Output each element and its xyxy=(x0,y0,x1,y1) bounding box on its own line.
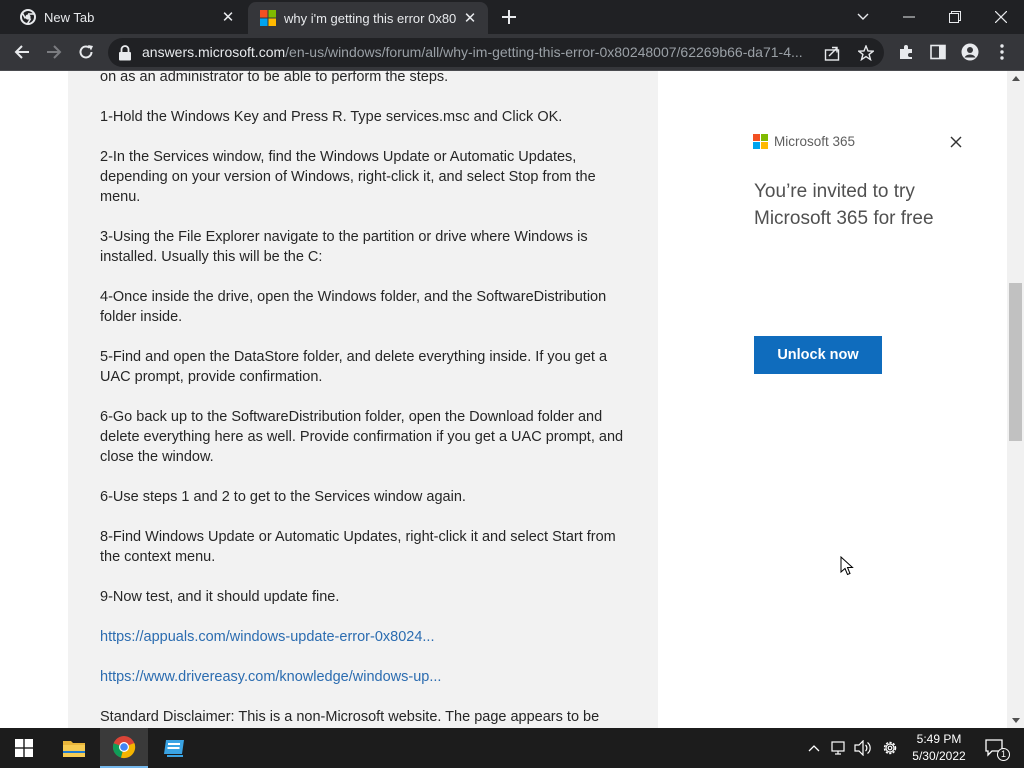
answer-body: on as an administrator to be able to per… xyxy=(100,71,632,728)
lock-icon xyxy=(119,45,131,61)
microsoft-icon xyxy=(260,10,276,26)
side-panel-icon xyxy=(930,44,946,60)
notification-count: 1 xyxy=(997,748,1010,761)
answer-paragraph: 5-Find and open the DataStore folder, an… xyxy=(100,349,608,385)
chrome-menu-button[interactable] xyxy=(992,42,1012,62)
taskbar-app[interactable] xyxy=(150,728,198,768)
reference-link[interactable]: https://www.drivereasy.com/knowledge/win… xyxy=(100,667,632,687)
action-center-button[interactable]: 1 xyxy=(980,728,1010,768)
gear-icon xyxy=(883,741,897,755)
minimize-icon xyxy=(903,16,915,18)
tab-title: why i'm getting this error 0x80248007 xyxy=(284,10,456,26)
new-tab-button[interactable] xyxy=(500,8,518,26)
close-tab-icon[interactable]: ✕ xyxy=(462,10,478,26)
kebab-menu-icon xyxy=(1000,44,1004,60)
reload-icon xyxy=(79,45,93,59)
arrow-left-icon xyxy=(14,45,29,59)
answer-paragraph: 4-Once inside the drive, open the Window… xyxy=(100,289,607,325)
chrome-color-icon xyxy=(112,736,136,759)
arrow-right-icon xyxy=(47,45,62,59)
chevron-up-icon xyxy=(808,745,820,752)
scroll-down-button[interactable] xyxy=(1007,713,1024,728)
page-scrollbar[interactable] xyxy=(1007,71,1024,728)
close-icon xyxy=(995,11,1007,23)
answer-paragraph: on as an administrator to be able to per… xyxy=(100,71,449,85)
answer-paragraph: 6-Use steps 1 and 2 to get to the Servic… xyxy=(100,489,466,505)
system-clock[interactable]: 5:49 PM 5/30/2022 xyxy=(906,731,972,765)
puzzle-icon xyxy=(900,45,912,59)
share-icon xyxy=(824,46,840,61)
answer-paragraph: 1-Hold the Windows Key and Press R. Type… xyxy=(100,109,563,125)
mouse-cursor-icon xyxy=(840,556,854,576)
speaker-icon xyxy=(854,740,871,756)
microsoft-logo-icon xyxy=(753,134,768,149)
caret-up-icon xyxy=(1011,76,1020,81)
disclaimer-text: Standard Disclaimer: This is a non-Micro… xyxy=(100,709,600,725)
bookmark-button[interactable] xyxy=(856,43,876,63)
answer-paragraph: 2-In the Services window, find the Windo… xyxy=(100,149,596,205)
star-icon xyxy=(858,45,874,61)
browser-tab-bar: New Tab ✕ why i'm getting this error 0x8… xyxy=(0,0,1024,34)
scroll-up-button[interactable] xyxy=(1007,71,1024,86)
chevron-down-icon xyxy=(857,13,869,20)
ad-headline: You’re invited to try Microsoft 365 for … xyxy=(754,181,934,229)
profile-button[interactable] xyxy=(960,42,980,62)
microsoft-365-ad: Microsoft 365 You’re invited to try Micr… xyxy=(740,126,976,386)
minimize-button[interactable] xyxy=(886,0,932,34)
close-tab-icon[interactable]: ✕ xyxy=(220,9,236,25)
chrome-icon xyxy=(20,9,36,25)
answer-paragraph: 6-Go back up to the SoftwareDistribution… xyxy=(100,409,624,465)
app-window-icon xyxy=(164,740,184,757)
back-button[interactable] xyxy=(12,42,32,62)
scrollbar-thumb[interactable] xyxy=(1009,283,1022,441)
restore-icon xyxy=(949,11,961,23)
ad-brand: Microsoft 365 xyxy=(774,134,856,149)
clock-time: 5:49 PM xyxy=(916,732,962,746)
answer-post: on as an administrator to be able to per… xyxy=(68,71,658,728)
caret-down-icon xyxy=(1011,718,1020,723)
volume-button[interactable] xyxy=(852,728,874,768)
url-text: answers.microsoft.com/en-us/windows/foru… xyxy=(142,44,822,60)
side-panel-button[interactable] xyxy=(928,42,948,62)
taskbar-chrome[interactable] xyxy=(100,728,148,768)
settings-button[interactable] xyxy=(878,728,902,768)
network-icon xyxy=(831,741,845,755)
microsoft-365-logo: Microsoft 365 xyxy=(753,134,855,149)
tab-active-forum[interactable]: why i'm getting this error 0x80248007 ✕ xyxy=(248,2,488,34)
url-path: /en-us/windows/forum/all/why-im-getting-… xyxy=(285,44,803,60)
extensions-button[interactable] xyxy=(896,42,916,62)
tab-new-tab[interactable]: New Tab ✕ xyxy=(8,0,246,34)
url-host: answers.microsoft.com xyxy=(142,44,286,60)
folder-icon xyxy=(63,741,85,757)
show-hidden-icons-button[interactable] xyxy=(804,728,824,768)
answer-paragraph: 8-Find Windows Update or Automatic Updat… xyxy=(100,529,616,565)
start-button[interactable] xyxy=(0,728,48,768)
ad-close-button[interactable] xyxy=(946,132,966,152)
windows-taskbar: 5:49 PM 5/30/2022 1 xyxy=(0,728,1024,768)
share-button[interactable] xyxy=(822,43,842,63)
taskbar-file-explorer[interactable] xyxy=(50,728,98,768)
windows-logo-icon xyxy=(15,739,33,757)
reload-button[interactable] xyxy=(76,42,96,62)
plus-icon xyxy=(502,10,516,24)
screen: New Tab ✕ why i'm getting this error 0x8… xyxy=(0,0,1024,768)
tab-search-button[interactable] xyxy=(840,0,886,34)
browser-toolbar: answers.microsoft.com/en-us/windows/foru… xyxy=(0,34,1024,71)
clock-date: 5/30/2022 xyxy=(912,749,966,763)
address-bar[interactable]: answers.microsoft.com/en-us/windows/foru… xyxy=(108,38,884,67)
restore-button[interactable] xyxy=(932,0,978,34)
answer-paragraph: 3-Using the File Explorer navigate to th… xyxy=(100,229,588,265)
answer-paragraph: 9-Now test, and it should update fine. xyxy=(100,589,340,605)
close-icon xyxy=(950,136,962,148)
web-page: on as an administrator to be able to per… xyxy=(0,71,1007,728)
forward-button[interactable] xyxy=(44,42,64,62)
tab-title: New Tab xyxy=(44,9,95,25)
network-button[interactable] xyxy=(828,728,850,768)
reference-link[interactable]: https://appuals.com/windows-update-error… xyxy=(100,627,632,647)
avatar-icon xyxy=(961,43,979,61)
close-window-button[interactable] xyxy=(978,0,1024,34)
unlock-now-button[interactable]: Unlock now xyxy=(754,336,882,374)
